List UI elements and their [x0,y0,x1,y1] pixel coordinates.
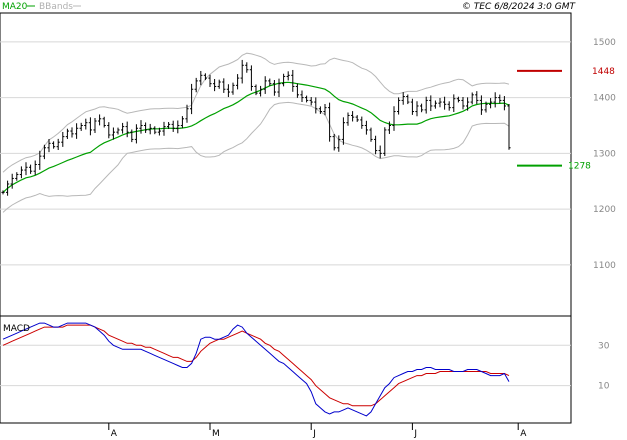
month-label: A [111,429,118,439]
price-panel-frame [0,12,572,317]
copyright-text: © TEC 6/8/2024 3:0 GMT [462,2,577,12]
macd-panel-frame [0,315,572,424]
macd-tick-label: 30 [598,341,610,351]
month-label: M [212,429,220,439]
price-tick-label: 1400 [593,94,616,104]
resistance-label: 1448 [592,67,615,77]
macd-tick-label: 10 [598,382,610,392]
month-label: A [520,429,527,439]
legend-bbands: BBands [39,2,73,12]
macd-axis-labels: 10 30 [598,341,610,391]
price-tick-label: 1500 [593,38,616,48]
legend-ma20: MA20 [2,2,28,12]
support-label: 1278 [568,162,591,172]
price-tick-label: 1300 [593,149,616,159]
price-tick-label: 1200 [593,205,616,215]
time-axis: AMJJA [108,423,527,439]
price-tick-label: 1100 [593,261,616,271]
month-label: J [413,429,417,439]
stock-chart: 1448 1278 1100 1200 1300 1400 1500 10 30 A M J J A… [0,2,616,439]
macd-title: MACD [3,324,30,334]
month-label: J [312,429,316,439]
